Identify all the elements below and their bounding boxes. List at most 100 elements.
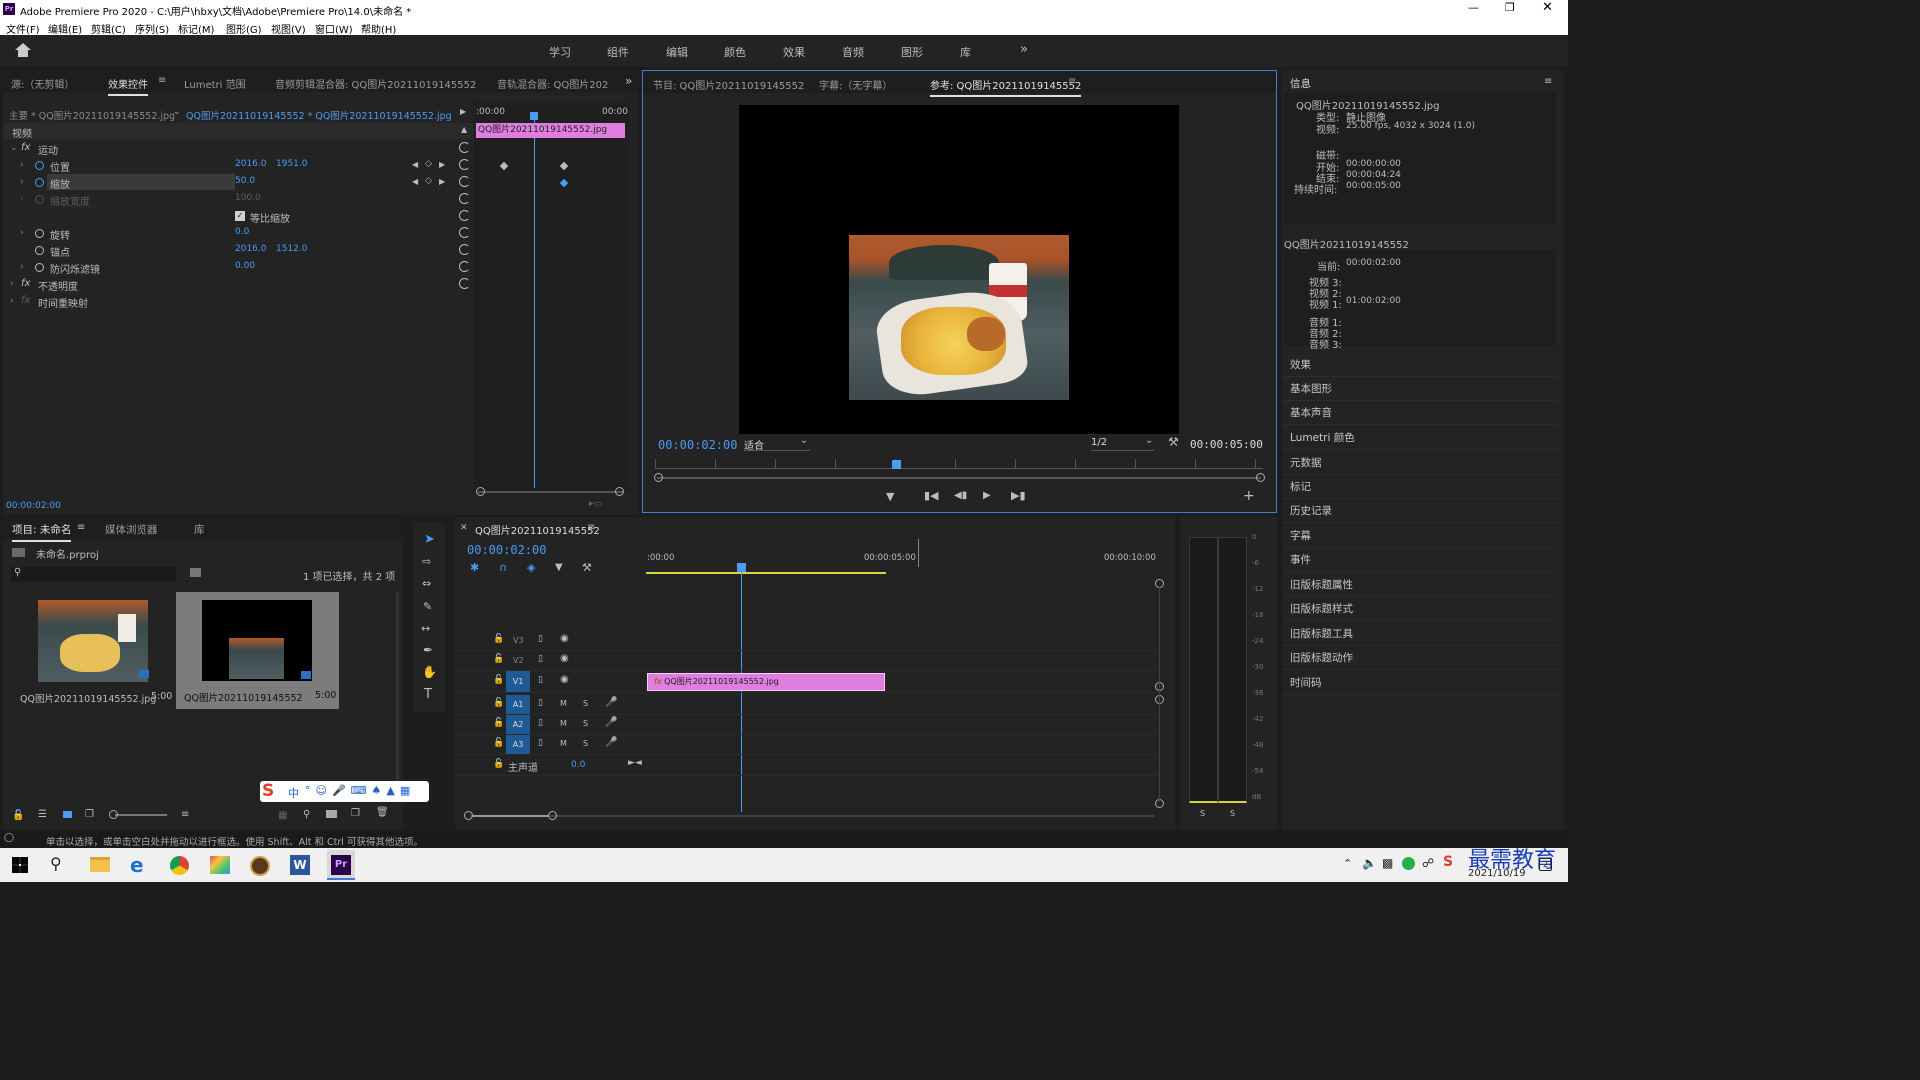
panel-metadata[interactable]: 元数据 <box>1282 451 1558 475</box>
rotation-stopwatch-icon[interactable] <box>35 229 44 238</box>
tab-audio-track-mixer[interactable]: 音轨混合器: QQ图片202 <box>497 76 608 91</box>
rotation-row[interactable]: › 旋转 0.0 <box>3 225 473 242</box>
panel-essential-graphics[interactable]: 基本图形 <box>1282 377 1558 401</box>
go-to-out-icon[interactable]: ▶▮ <box>1011 489 1026 502</box>
track-v1-label[interactable]: V1 <box>506 671 530 692</box>
track-v2-label[interactable]: V2 <box>513 656 524 665</box>
reset-uniform-icon[interactable] <box>459 210 470 221</box>
track-a3[interactable]: 🔓 A3 ▯ M S 🎤 <box>455 735 1160 755</box>
automate-icon[interactable]: ▦ <box>278 810 287 821</box>
notification-icon[interactable]: 2 <box>1539 858 1552 871</box>
lock-icon[interactable]: 🔓 <box>493 654 504 664</box>
program-zoom-handle-left[interactable] <box>654 473 663 482</box>
workspace-graphics[interactable]: 图形 <box>901 44 923 60</box>
flicker-value[interactable]: 0.00 <box>235 261 255 271</box>
timeline-playhead-icon[interactable] <box>737 563 746 572</box>
type-tool-icon[interactable]: T <box>424 687 432 702</box>
lock-icon[interactable]: 🔓 <box>12 810 24 821</box>
timeline-zoom-handle-right[interactable] <box>548 811 557 820</box>
mic-icon[interactable]: 🎤 <box>605 697 617 708</box>
ime-mode[interactable]: 中 <box>288 785 299 801</box>
linked-selection-icon[interactable]: ◈ <box>527 561 535 574</box>
display-icon[interactable]: ▩ <box>1382 856 1393 870</box>
reset-rotation-icon[interactable] <box>459 227 470 238</box>
menu-graphics[interactable]: 图形(G) <box>226 21 262 36</box>
panel-effects[interactable]: 效果 <box>1282 353 1558 377</box>
tab-program[interactable]: 节目: QQ图片20211019145552 <box>653 77 804 92</box>
panel-captions[interactable]: 字幕 <box>1282 524 1558 548</box>
sogou-tray-icon[interactable]: S <box>1443 854 1453 870</box>
eye-icon[interactable]: ◉ <box>560 633 569 644</box>
eye-icon[interactable]: ◉ <box>560 674 569 685</box>
mini-zoom-handle-left[interactable] <box>476 487 485 496</box>
program-time-ruler[interactable] <box>655 459 1263 469</box>
panel-menu-icon[interactable]: ≡ <box>1544 76 1552 87</box>
find-icon[interactable]: ⚲ <box>303 809 310 820</box>
ripple-edit-tool-icon[interactable]: ⇔ <box>422 577 431 590</box>
more-workspaces-icon[interactable]: » <box>1020 42 1028 57</box>
razor-tool-icon[interactable]: ✎ <box>423 600 432 613</box>
track-v2[interactable]: 🔓 V2 ▯ ◉ <box>455 651 1160 671</box>
expand-rotation-icon[interactable]: › <box>20 228 24 238</box>
expand-position-icon[interactable]: › <box>20 160 24 170</box>
position-y-value[interactable]: 1951.0 <box>276 159 308 169</box>
vertical-scroll-track[interactable] <box>1159 587 1160 802</box>
freeform-view-icon[interactable]: ❐ <box>85 809 94 820</box>
project-item[interactable]: QQ图片20211019145552.jpg 5:00 <box>15 596 175 708</box>
icon-view-icon[interactable] <box>63 811 72 818</box>
timeline-clip[interactable]: fx QQ图片20211019145552.jpg <box>647 673 885 691</box>
track-select-tool-icon[interactable]: ⇨ <box>422 555 431 568</box>
step-back-icon[interactable]: ◀▮ <box>954 490 967 501</box>
solo-button[interactable]: S <box>583 699 588 708</box>
workspace-effects[interactable]: 效果 <box>783 44 805 60</box>
sync-lock-icon[interactable]: ▯ <box>538 698 543 708</box>
network-icon[interactable]: ☍ <box>1422 856 1434 870</box>
tab-libraries[interactable]: 库 <box>194 522 205 537</box>
menu-view[interactable]: 视图(V) <box>271 21 306 36</box>
reset-position-icon[interactable] <box>459 159 470 170</box>
wechat-icon[interactable] <box>1402 857 1415 870</box>
add-keyframe-icon[interactable]: ◇ <box>425 159 432 169</box>
mute-button[interactable]: M <box>560 699 567 708</box>
lock-icon[interactable]: 🔓 <box>493 698 504 708</box>
close-sequence-icon[interactable]: ✕ <box>460 523 468 533</box>
menu-clip[interactable]: 剪辑(C) <box>91 21 126 36</box>
lock-icon[interactable]: 🔓 <box>493 675 504 685</box>
file-explorer-icon[interactable] <box>90 857 110 872</box>
mic-icon[interactable]: 🎤 <box>605 737 617 748</box>
panel-legacy-title-actions[interactable]: 旧版标题动作 <box>1282 646 1558 670</box>
solo-button[interactable]: S <box>583 739 588 748</box>
go-to-in-icon[interactable]: ▮◀ <box>924 489 939 502</box>
expand-time-remap-icon[interactable]: › <box>10 296 14 306</box>
master-clip-label[interactable]: 主要 * QQ图片20211019145552.jpg <box>9 108 175 122</box>
track-a3-label[interactable]: A3 <box>506 735 530 754</box>
reset-scale-width-icon[interactable] <box>459 193 470 204</box>
reset-flicker-icon[interactable] <box>459 261 470 272</box>
time-remap-row[interactable]: › fx 时间重映射 <box>3 293 473 310</box>
timeline-timecode[interactable]: 00:00:02:00 <box>467 543 546 557</box>
program-canvas[interactable] <box>739 105 1179 434</box>
maximize-button[interactable]: ❐ <box>1505 1 1515 14</box>
zoom-slider[interactable] <box>115 814 167 816</box>
workspace-assembly[interactable]: 组件 <box>607 44 629 60</box>
tab-effect-controls[interactable]: 效果控件 <box>108 76 148 96</box>
tab-lumetri-scopes[interactable]: Lumetri 范围 <box>184 76 246 91</box>
volume-icon[interactable]: 🔈 <box>1362 856 1377 870</box>
fit-dropdown[interactable]: 适合 ⌄ <box>744 435 810 452</box>
mini-clip-bar[interactable]: QQ图片20211019145552.jpg <box>476 123 625 138</box>
track-v3-label[interactable]: V3 <box>513 636 524 645</box>
expand-motion-icon[interactable]: ⌄ <box>10 143 18 153</box>
uniform-scale-checkbox[interactable]: ✓ <box>235 211 245 221</box>
hand-tool-icon[interactable]: ✋ <box>422 665 437 679</box>
edge-icon[interactable]: e <box>130 853 144 877</box>
program-zoom-handle-right[interactable] <box>1256 473 1265 482</box>
search-icon[interactable]: ⚲ <box>50 854 62 873</box>
premiere-taskbar-icon[interactable]: Pr <box>327 850 355 880</box>
master-value[interactable]: 0.0 <box>571 760 585 770</box>
ime-icons[interactable]: °☺🎤⌨♠▲▦ <box>305 784 415 797</box>
project-search-input[interactable] <box>11 567 176 582</box>
mic-icon[interactable]: 🎤 <box>605 717 617 728</box>
workspace-editing[interactable]: 编辑 <box>666 44 688 60</box>
anchor-x-value[interactable]: 2016.0 <box>235 244 267 254</box>
new-bin-icon[interactable] <box>190 568 201 577</box>
